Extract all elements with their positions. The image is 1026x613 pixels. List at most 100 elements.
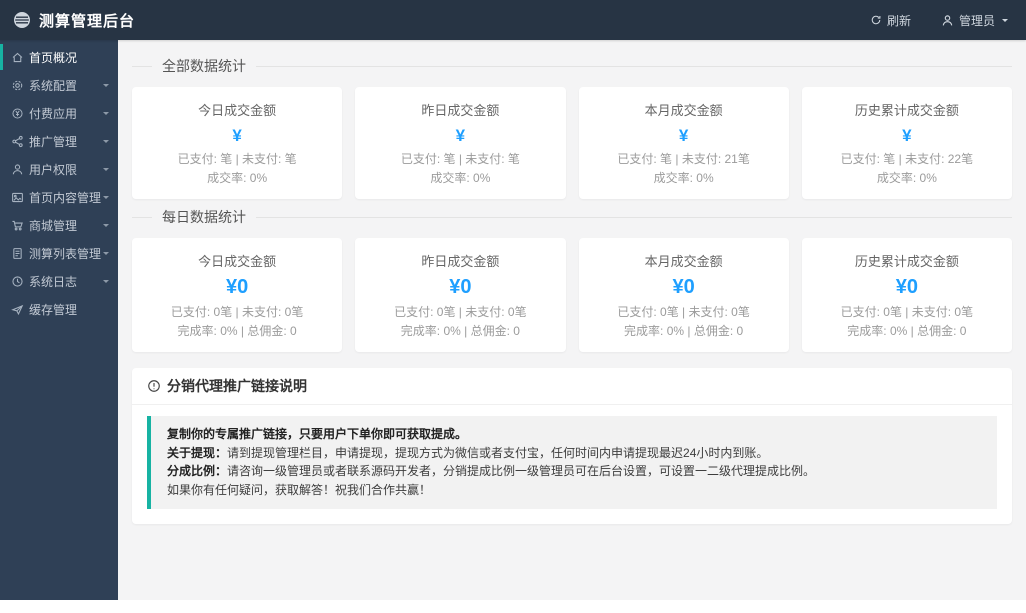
sidebar-item-calculation-list[interactable]: 测算列表管理 — [0, 239, 118, 267]
all-stats-card-row: 今日成交金额 ¥ 已支付: 笔 | 未支付: 笔 成交率: 0% 昨日成交金额 … — [132, 87, 1012, 199]
sidebar-item-mall-management[interactable]: 商城管理 — [0, 211, 118, 239]
chevron-down-icon — [1002, 19, 1008, 25]
user-menu[interactable]: 管理员 — [941, 12, 1008, 29]
notice-line-bold: 复制你的专属推广链接，只要用户下单你即可获取提成。 — [167, 427, 468, 441]
card-amount: ¥0 — [449, 276, 472, 298]
chevron-down-icon — [103, 112, 109, 118]
yen-circle-icon — [11, 107, 24, 120]
chevron-down-icon — [103, 280, 109, 286]
card-title: 今日成交金额 — [198, 254, 277, 269]
chevron-down-icon — [103, 84, 109, 90]
card-meta-paid: 已支付: 0笔 | 未支付: 0笔 — [617, 305, 750, 319]
card-amount: ¥ — [678, 126, 689, 145]
sidebar-item-home-overview[interactable]: 首页概况 — [0, 43, 118, 71]
main-content: 全部数据统计 今日成交金额 ¥ 已支付: 笔 | 未支付: 笔 成交率: 0% … — [118, 40, 1026, 600]
card-title: 今日成交金额 — [198, 103, 277, 118]
sidebar-nav: 首页概况 系统配置 付费应用 推广管理 用户权限 首页内容管理 商城管理 测算列… — [0, 40, 118, 323]
sidebar-item-promotion[interactable]: 推广管理 — [0, 127, 118, 155]
card-meta-paid: 已支付: 0笔 | 未支付: 0笔 — [170, 305, 304, 319]
stat-card-month: 本月成交金额 ¥ 已支付: 笔 | 未支付: 21笔 成交率: 0% — [578, 87, 789, 199]
notice-line-text: 请到提现管理栏目，申请提现，提现方式为微信或者支付宝，任何时间内申请提现最迟24… — [227, 445, 769, 460]
card-amount: ¥0 — [895, 276, 918, 298]
card-meta-paid: 已支付: 0笔 | 未支付: 0笔 — [840, 305, 974, 319]
panel-header: 分销代理推广链接说明 — [132, 368, 1012, 405]
card-title: 本月成交金额 — [644, 103, 723, 118]
sidebar-item-label: 用户权限 — [29, 162, 78, 177]
daily-stats-card-row: 今日成交金额 ¥0 已支付: 0笔 | 未支付: 0笔 完成率: 0% | 总佣… — [132, 238, 1012, 352]
sidebar-item-label: 付费应用 — [29, 106, 78, 121]
notice-box: 复制你的专属推广链接，只要用户下单你即可获取提成。 关于提现：请到提现管理栏目，… — [147, 416, 997, 510]
divider — [256, 216, 1012, 218]
notice-line: 复制你的专属推广链接，只要用户下单你即可获取提成。 — [167, 425, 981, 444]
sidebar-item-label: 系统日志 — [29, 274, 78, 289]
app-window: 测算管理后台 刷新 管理员 首页概况 系统配置 付费应用 推广管理 用户权限 首… — [0, 0, 1026, 600]
chevron-down-icon — [103, 140, 109, 146]
chevron-down-icon — [103, 168, 109, 174]
sidebar-item-system-log[interactable]: 系统日志 — [0, 267, 118, 295]
panel-body: 复制你的专属推广链接，只要用户下单你即可获取提成。 关于提现：请到提现管理栏目，… — [132, 405, 1012, 524]
card-meta-rate: 成交率: 0% — [207, 171, 268, 185]
sidebar-item-paid-apps[interactable]: 付费应用 — [0, 99, 118, 127]
divider — [256, 65, 1012, 67]
info-circle-icon — [147, 379, 161, 393]
card-meta-paid: 已支付: 笔 | 未支付: 笔 — [400, 152, 520, 166]
panel-title: 分销代理推广链接说明 — [167, 378, 307, 394]
refresh-label: 刷新 — [886, 13, 911, 28]
sidebar-item-cache-management[interactable]: 缓存管理 — [0, 295, 118, 323]
sidebar-item-label: 系统配置 — [29, 78, 78, 93]
stat-card-today: 今日成交金额 ¥0 已支付: 0笔 | 未支付: 0笔 完成率: 0% | 总佣… — [132, 238, 343, 352]
share-icon — [11, 135, 24, 148]
card-title: 历史累计成交金额 — [854, 103, 959, 118]
divider — [132, 65, 152, 67]
card-meta-rate: 成交率: 0% — [430, 171, 491, 185]
app-title: 测算管理后台 — [39, 12, 136, 30]
image-icon — [11, 191, 24, 204]
sidebar-item-user-permissions[interactable]: 用户权限 — [0, 155, 118, 183]
gear-icon — [11, 79, 24, 92]
notice-line: 如果你有任何疑问，获取解答！祝我们合作共赢！ — [167, 481, 981, 500]
card-meta-rate: 完成率: 0% | 总佣金: 0 — [624, 324, 744, 338]
clock-icon — [11, 275, 24, 288]
card-title: 本月成交金额 — [644, 254, 723, 269]
chevron-down-icon — [103, 252, 109, 258]
sidebar-item-label: 商城管理 — [29, 218, 78, 233]
divider — [132, 216, 152, 218]
send-icon — [11, 303, 24, 316]
sidebar-item-label: 缓存管理 — [29, 302, 78, 317]
card-meta-paid: 已支付: 0笔 | 未支付: 0笔 — [394, 305, 527, 319]
section-title-daily-stats: 每日数据统计 — [132, 202, 1012, 232]
card-meta-paid: 已支付: 笔 | 未支付: 22笔 — [840, 152, 974, 166]
stat-card-yesterday: 昨日成交金额 ¥0 已支付: 0笔 | 未支付: 0笔 完成率: 0% | 总佣… — [355, 238, 566, 352]
refresh-icon — [870, 14, 882, 26]
notice-line-bold: 关于提现： — [167, 445, 228, 460]
card-amount: ¥0 — [672, 276, 695, 298]
brand[interactable]: 测算管理后台 — [13, 10, 135, 31]
notice-line: 关于提现：请到提现管理栏目，申请提现，提现方式为微信或者支付宝，任何时间内申请提… — [167, 444, 981, 463]
section-title-all-stats: 全部数据统计 — [132, 51, 1012, 81]
notice-line: 分成比例：请咨询一级管理员或者联系源码开发者，分销提成比例一级管理员可在后台设置… — [167, 462, 981, 481]
sidebar-item-label: 测算列表管理 — [29, 246, 102, 261]
card-amount: ¥ — [902, 126, 912, 145]
sidebar-item-home-content[interactable]: 首页内容管理 — [0, 183, 118, 211]
card-meta-rate: 完成率: 0% | 总佣金: 0 — [400, 324, 520, 338]
refresh-button[interactable]: 刷新 — [870, 12, 911, 29]
notice-line-text: 如果你有任何疑问，获取解答！祝我们合作共赢！ — [167, 482, 432, 497]
user-label: 管理员 — [958, 13, 995, 28]
card-title: 历史累计成交金额 — [854, 254, 959, 269]
card-meta-paid: 已支付: 笔 | 未支付: 21笔 — [617, 152, 750, 166]
stat-card-yesterday: 昨日成交金额 ¥ 已支付: 笔 | 未支付: 笔 成交率: 0% — [355, 87, 566, 199]
sidebar-item-label: 首页内容管理 — [29, 190, 102, 205]
card-amount: ¥ — [455, 126, 466, 145]
stat-card-today: 今日成交金额 ¥ 已支付: 笔 | 未支付: 笔 成交率: 0% — [132, 87, 343, 199]
card-meta-rate: 成交率: 0% — [876, 171, 937, 185]
stat-card-month: 本月成交金额 ¥0 已支付: 0笔 | 未支付: 0笔 完成率: 0% | 总佣… — [578, 238, 789, 352]
stat-card-history: 历史累计成交金额 ¥0 已支付: 0笔 | 未支付: 0笔 完成率: 0% | … — [801, 238, 1012, 352]
card-amount: ¥0 — [226, 276, 249, 298]
notice-line-bold: 分成比例： — [167, 464, 228, 479]
section-title: 全部数据统计 — [162, 58, 246, 74]
section-title: 每日数据统计 — [162, 209, 246, 225]
person-icon — [941, 14, 954, 27]
sidebar-item-system-config[interactable]: 系统配置 — [0, 71, 118, 99]
card-title: 昨日成交金额 — [421, 254, 500, 269]
stat-card-history: 历史累计成交金额 ¥ 已支付: 笔 | 未支付: 22笔 成交率: 0% — [801, 87, 1012, 199]
